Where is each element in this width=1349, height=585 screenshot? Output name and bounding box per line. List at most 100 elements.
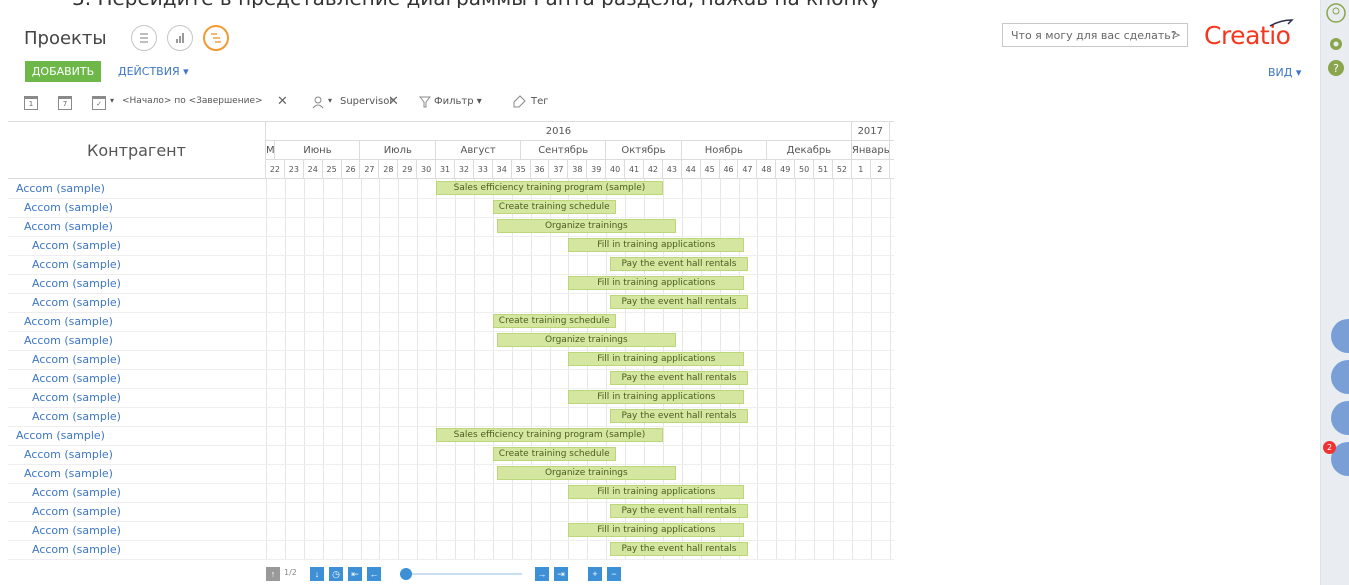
- scroll-end-button[interactable]: ⇥: [554, 567, 568, 581]
- zoom-slider-handle[interactable]: [400, 568, 413, 580]
- gantt-task-bar[interactable]: Sales efficiency training program (sampl…: [436, 428, 663, 442]
- tag-icon[interactable]: [512, 95, 526, 109]
- gantt-task-bar[interactable]: Organize trainings: [496, 219, 677, 233]
- month-cell: Август: [436, 141, 522, 159]
- row-account-link[interactable]: Accom (sample): [32, 277, 121, 290]
- gantt-task-bar[interactable]: Sales efficiency training program (sampl…: [436, 181, 663, 195]
- row-account-link[interactable]: Accom (sample): [32, 239, 121, 252]
- email-icon[interactable]: [1331, 360, 1349, 394]
- profile-icon[interactable]: [1326, 3, 1346, 23]
- scroll-forward-button[interactable]: →: [535, 567, 549, 581]
- gantt-task-bar[interactable]: Pay the event hall rentals: [609, 257, 748, 271]
- zoom-in-button[interactable]: +: [588, 567, 602, 581]
- gantt-task-bar[interactable]: Pay the event hall rentals: [609, 371, 748, 385]
- week-cell: 50: [795, 160, 815, 178]
- row-account-link[interactable]: Accom (sample): [24, 201, 113, 214]
- gantt-task-bar[interactable]: Organize trainings: [496, 333, 677, 347]
- clear-owner-icon[interactable]: ✕: [388, 94, 399, 109]
- chevron-down-icon[interactable]: ▾: [328, 96, 332, 105]
- week-cell: 28: [379, 160, 399, 178]
- calendar-period-icon[interactable]: ✓: [92, 96, 106, 110]
- week-cell: 46: [720, 160, 739, 178]
- row-account-link[interactable]: Accom (sample): [24, 315, 113, 328]
- week-cell: 43: [663, 160, 682, 178]
- owner-filter[interactable]: Supervisor: [340, 96, 393, 107]
- gantt-task-bar[interactable]: Fill in training applications: [568, 276, 745, 290]
- week-cell: 1: [852, 160, 871, 178]
- zoom-slider-track[interactable]: [400, 573, 522, 575]
- analytics-view-button[interactable]: [167, 25, 193, 51]
- gantt-task-bar[interactable]: Fill in training applications: [568, 390, 745, 404]
- row-divider: [8, 236, 894, 237]
- chevron-down-icon[interactable]: ▾: [110, 96, 114, 105]
- svg-text:?: ?: [1333, 62, 1339, 75]
- gantt-view-button[interactable]: [203, 25, 229, 51]
- actions-menu[interactable]: ДЕЙСТВИЯ ▾: [118, 65, 189, 78]
- row-account-link[interactable]: Accom (sample): [32, 296, 121, 309]
- row-account-link[interactable]: Accom (sample): [32, 543, 121, 556]
- list-view-button[interactable]: [131, 25, 157, 51]
- add-button[interactable]: ДОБАВИТЬ: [25, 61, 101, 82]
- filter-menu[interactable]: Фильтр ▾: [434, 96, 482, 107]
- row-account-link[interactable]: Accom (sample): [24, 220, 113, 233]
- row-account-link[interactable]: Accom (sample): [32, 524, 121, 537]
- period-filter[interactable]: <Начало> по <Завершение>: [122, 96, 263, 106]
- tag-menu[interactable]: Тег: [531, 96, 549, 107]
- row-divider: [8, 350, 894, 351]
- scroll-back-button[interactable]: ←: [367, 567, 381, 581]
- calendar-day-icon[interactable]: 1: [24, 96, 38, 110]
- notification-count-badge: 2: [1323, 441, 1336, 454]
- row-account-link[interactable]: Accom (sample): [32, 372, 121, 385]
- gantt-task-bar[interactable]: Pay the event hall rentals: [609, 409, 748, 423]
- gantt-task-bar[interactable]: Organize trainings: [496, 466, 677, 480]
- row-divider: [8, 445, 894, 446]
- gantt-task-bar[interactable]: Create training schedule: [492, 314, 616, 328]
- gantt-task-bar[interactable]: Pay the event hall rentals: [609, 542, 748, 556]
- gantt-task-bar[interactable]: Create training schedule: [492, 447, 616, 461]
- command-search-input[interactable]: Что я могу для вас сделать? >: [1002, 23, 1188, 47]
- gantt-task-bar[interactable]: Fill in training applications: [568, 485, 745, 499]
- row-account-link[interactable]: Accom (sample): [32, 391, 121, 404]
- scroll-start-button[interactable]: ⇤: [348, 567, 362, 581]
- gantt-task-bar[interactable]: Fill in training applications: [568, 238, 745, 252]
- row-account-link[interactable]: Accom (sample): [32, 410, 121, 423]
- phone-icon[interactable]: [1331, 319, 1349, 353]
- gantt-task-bar[interactable]: Fill in training applications: [568, 352, 745, 366]
- calendar-week-icon[interactable]: 7: [58, 96, 72, 110]
- row-account-link[interactable]: Accom (sample): [32, 505, 121, 518]
- gantt-task-bar[interactable]: Pay the event hall rentals: [609, 295, 748, 309]
- today-button[interactable]: ◷: [329, 567, 343, 581]
- row-account-link[interactable]: Accom (sample): [24, 467, 113, 480]
- filter-icon[interactable]: [419, 96, 431, 108]
- chart-icon: [176, 33, 184, 43]
- row-account-link[interactable]: Accom (sample): [32, 258, 121, 271]
- row-account-link[interactable]: Accom (sample): [32, 353, 121, 366]
- row-account-link[interactable]: Accom (sample): [16, 182, 105, 195]
- help-icon[interactable]: ?: [1326, 58, 1346, 78]
- row-account-link[interactable]: Accom (sample): [24, 334, 113, 347]
- gear-icon[interactable]: [1326, 34, 1346, 54]
- row-divider: [8, 426, 894, 427]
- gantt-task-bar[interactable]: Pay the event hall rentals: [609, 504, 748, 518]
- feed-icon[interactable]: [1331, 401, 1349, 435]
- gantt-task-bar[interactable]: Fill in training applications: [568, 523, 745, 537]
- week-cell: 27: [361, 160, 380, 178]
- row-account-link[interactable]: Accom (sample): [16, 429, 105, 442]
- zoom-out-button[interactable]: −: [607, 567, 621, 581]
- row-divider: [8, 521, 894, 522]
- row-account-link[interactable]: Accom (sample): [24, 448, 113, 461]
- week-cell: 45: [701, 160, 720, 178]
- page-up-button[interactable]: ↑: [266, 567, 280, 581]
- week-cell: 31: [436, 160, 455, 178]
- gantt-task-bar[interactable]: Create training schedule: [492, 200, 616, 214]
- row-divider: [8, 483, 894, 484]
- row-account-link[interactable]: Accom (sample): [32, 486, 121, 499]
- user-icon[interactable]: [311, 95, 325, 109]
- year-header-row: 2016 2017: [266, 122, 894, 141]
- page-down-button[interactable]: ↓: [310, 567, 324, 581]
- view-menu[interactable]: ВИД ▾: [1268, 66, 1301, 79]
- week-cell: 24: [304, 160, 323, 178]
- clear-period-icon[interactable]: ✕: [277, 94, 288, 109]
- month-cell: Октябрь: [606, 141, 682, 159]
- month-cell: Июль: [361, 141, 437, 159]
